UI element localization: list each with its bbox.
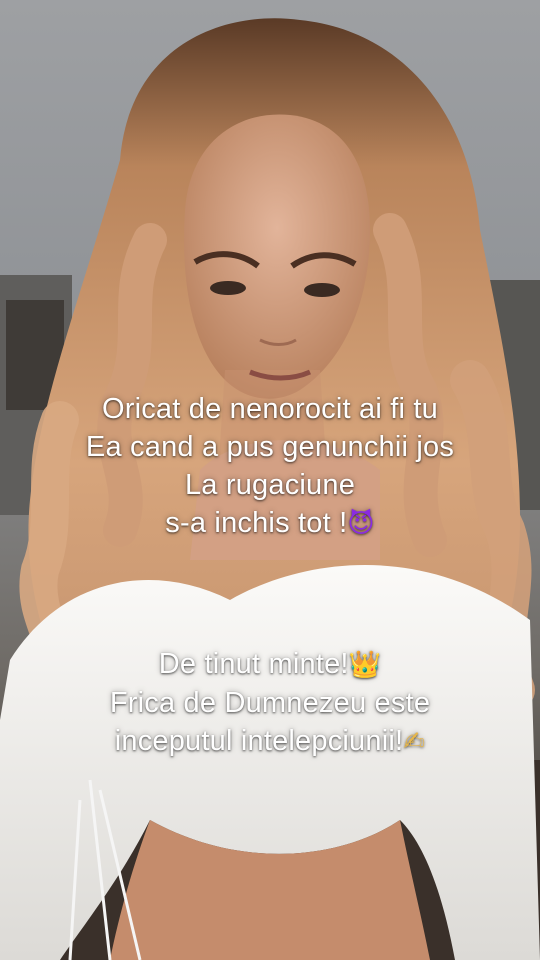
writing-hand-emoji-icon: ✍ [403, 727, 426, 757]
caption-line: La rugaciune [184, 469, 356, 501]
left-eye [210, 281, 246, 295]
caption-line-with-emoji: s-a inchis tot !😈 [0, 504, 540, 543]
right-eye [304, 283, 340, 297]
photo-stage: Oricat de nenorocit ai fi tu Ea cand a p… [0, 0, 540, 960]
crown-emoji-icon: 👑 [348, 650, 382, 680]
caption-line: Ea cand a pus genunchii jos [85, 431, 455, 463]
caption-text: inceputul intelepciunii! [114, 725, 404, 757]
caption-block-1: Oricat de nenorocit ai fi tu Ea cand a p… [0, 390, 540, 543]
caption-text: De tinut minte! [158, 648, 349, 680]
smiling-devil-emoji-icon: 😈 [347, 509, 375, 539]
caption-line-with-emoji: inceputul intelepciunii!✍ [0, 722, 540, 761]
caption-line: Frica de Dumnezeu este [109, 687, 431, 719]
caption-text: s-a inchis tot ! [165, 507, 348, 539]
caption-line-with-emoji: De tinut minte!👑 [0, 645, 540, 684]
caption-block-2: De tinut minte!👑 Frica de Dumnezeu este … [0, 645, 540, 761]
caption-line: Oricat de nenorocit ai fi tu [101, 393, 439, 425]
